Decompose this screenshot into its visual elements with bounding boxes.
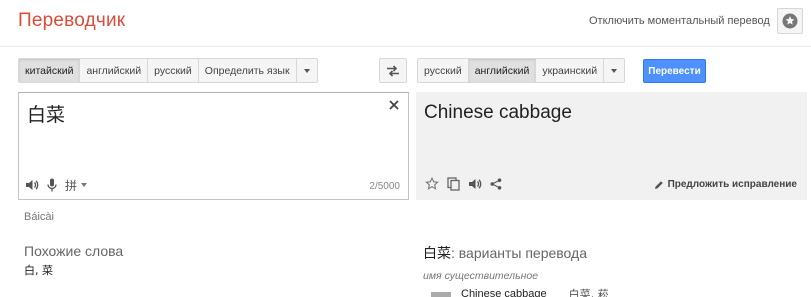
suggest-edit-link[interactable]: Предложить исправление: [654, 179, 797, 190]
swap-icon: [386, 64, 400, 77]
translation-result-area: Chinese cabbage Предложить исправление: [416, 92, 807, 200]
similar-words-title: Похожие слова: [24, 243, 124, 259]
pencil-icon: [654, 180, 664, 190]
dictionary-entry[interactable]: Chinese cabbage 白菜, 菘: [431, 286, 609, 297]
chevron-down-icon: [611, 68, 618, 73]
source-language-bar: китайский английский русский Определить …: [18, 58, 318, 83]
frequency-bar: [431, 291, 451, 297]
entry-translation[interactable]: Chinese cabbage: [461, 288, 547, 297]
source-toolbar: 拼: [25, 178, 87, 192]
target-lang-dropdown[interactable]: [604, 58, 626, 83]
clear-button[interactable]: [386, 97, 402, 113]
settings-star-button[interactable]: [777, 8, 803, 34]
suggest-edit-label: Предложить исправление: [667, 179, 797, 190]
char-count: 2/5000: [369, 181, 400, 192]
microphone-icon[interactable]: [47, 178, 57, 192]
target-lang-english[interactable]: английский: [468, 58, 537, 83]
dictionary-word: 白菜: [423, 246, 451, 262]
swap-languages-button[interactable]: [379, 58, 407, 83]
svg-text:拼: 拼: [65, 179, 77, 192]
source-lang-english[interactable]: английский: [80, 58, 149, 83]
instant-translation-toggle[interactable]: Отключить моментальный перевод: [589, 15, 770, 27]
header-divider: [0, 46, 811, 47]
entry-back-translations: 白菜, 菘: [568, 288, 609, 297]
part-of-speech: имя существительное: [423, 270, 539, 282]
similar-words-list[interactable]: 白, 菜: [24, 262, 53, 278]
source-lang-russian[interactable]: русский: [148, 58, 199, 83]
dictionary-heading-suffix: : варианты перевода: [451, 245, 587, 261]
star-icon: [782, 13, 798, 29]
source-text-area[interactable]: 白菜 拼 2/5000: [18, 92, 409, 200]
share-icon[interactable]: [490, 178, 502, 190]
copy-icon[interactable]: [447, 177, 460, 191]
target-lang-ukrainian[interactable]: украинский: [536, 58, 605, 83]
close-icon: [389, 100, 399, 110]
app-title[interactable]: Переводчик: [18, 10, 125, 32]
chevron-down-icon: [303, 68, 310, 73]
speaker-icon[interactable]: [468, 178, 482, 190]
translation-text: Chinese cabbage: [424, 102, 572, 123]
transliteration: Báicài: [24, 211, 54, 223]
source-lang-chinese[interactable]: китайский: [18, 58, 81, 83]
target-language-bar: русский английский украинский: [417, 58, 626, 83]
source-lang-detect[interactable]: Определить язык: [198, 58, 297, 83]
source-text[interactable]: 白菜: [27, 100, 65, 127]
pinyin-icon[interactable]: 拼: [65, 179, 87, 192]
chevron-down-icon: [81, 183, 87, 187]
target-lang-russian[interactable]: русский: [417, 58, 469, 83]
dictionary-heading: 白菜: варианты перевода: [423, 243, 587, 263]
speaker-icon[interactable]: [25, 179, 39, 191]
star-outline-icon[interactable]: [425, 177, 439, 191]
source-lang-dropdown[interactable]: [296, 58, 318, 83]
result-toolbar: [425, 177, 502, 191]
translate-button[interactable]: Перевести: [643, 59, 706, 83]
